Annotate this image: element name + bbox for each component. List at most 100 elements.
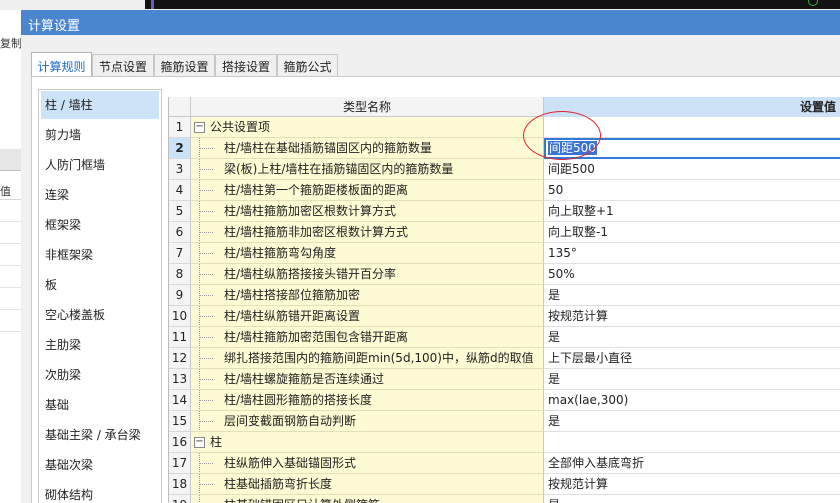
setting-name: 梁(板)上柱/墙柱在插筋锚固区内的箍筋数量 [224,162,454,176]
setting-value-cell[interactable]: 间距500 [544,159,840,180]
table-row[interactable]: 11 柱/墙柱箍筋加密范围包含错开距离 是 [169,327,840,348]
table-row[interactable]: 7 柱/墙柱箍筋弯勾角度 135° [169,243,840,264]
tree-branch [199,316,213,317]
group-label: 柱 [210,435,223,449]
setting-value-cell[interactable]: 按规范计算 [544,306,840,327]
setting-name: 柱/墙柱箍筋弯勾角度 [224,246,337,260]
nav-item[interactable]: 砌体结构 [39,480,161,503]
table-row[interactable]: 5 柱/墙柱箍筋加密区根数计算方式 向上取整+1 [169,201,840,222]
row-number: 14 [169,390,191,411]
row-number: 15 [169,411,191,432]
table-row[interactable]: 18 柱基础插筋弯折长度 按规范计算 [169,474,840,495]
tab-stirrup-settings[interactable]: 箍筋设置 [154,54,215,76]
tab-stirrup-formula[interactable]: 箍筋公式 [277,54,338,76]
setting-value-cell[interactable]: 上下层最小直径 [544,348,840,369]
table-row[interactable]: 6 柱/墙柱箍筋非加密区根数计算方式 向上取整-1 [169,222,840,243]
nav-item[interactable]: 非框架梁 [39,240,161,270]
table-row[interactable]: 13 柱/墙柱螺旋箍筋是否连续通过 是 [169,369,840,390]
tree-line [199,495,200,503]
table-row[interactable]: 10 柱/墙柱纵筋错开距离设置 按规范计算 [169,306,840,327]
type-name-cell: 柱/墙柱纵筋搭接接头错开百分率 [191,264,544,285]
type-name-cell: 柱/墙柱纵筋错开距离设置 [191,306,544,327]
tree-branch [199,190,213,191]
table-row[interactable]: 19 柱基础锚固区只计算外侧箍筋 是 [169,495,840,503]
nav-item[interactable]: 基础主梁 / 承台梁 [39,420,161,450]
type-name-cell: 柱/墙柱第一个箍筋距楼板面的距离 [191,180,544,201]
type-name-cell: 柱/墙柱螺旋箍筋是否连续通过 [191,369,544,390]
setting-value-cell[interactable]: 50% [544,264,840,285]
setting-value-cell[interactable]: max(lae,300) [544,390,840,411]
nav-item[interactable]: 柱 / 墙柱 [41,91,159,119]
setting-value-cell[interactable]: 按规范计算 [544,474,840,495]
nav-item[interactable]: 连梁 [39,180,161,210]
tree-branch [199,232,213,233]
nav-item[interactable]: 次肋梁 [39,360,161,390]
setting-value-cell[interactable]: 是 [544,327,840,348]
setting-value-cell[interactable]: 向上取整-1 [544,222,840,243]
tree-branch [199,211,213,212]
row-number: 7 [169,243,191,264]
nav-item[interactable]: 框架梁 [39,210,161,240]
collapse-icon[interactable]: − [194,437,205,448]
setting-value-cell[interactable]: 50 [544,180,840,201]
row-number: 6 [169,222,191,243]
nav-item[interactable]: 空心楼盖板 [39,300,161,330]
header-setting-value: 设置值 [544,97,840,117]
background-viewport [145,0,840,9]
table-row[interactable]: 9 柱/墙柱搭接部位箍筋加密 是 [169,285,840,306]
setting-value-cell[interactable]: 135° [544,243,840,264]
table-row[interactable]: 3 梁(板)上柱/墙柱在插筋锚固区内的箍筋数量 间距500 [169,159,840,180]
type-name-cell: − 柱 [191,432,544,453]
nav-item[interactable]: 剪力墙 [39,120,161,150]
setting-value-cell [544,432,840,453]
nav-item[interactable]: 板 [39,270,161,300]
row-number: 16 [169,432,191,453]
tree-branch [199,253,213,254]
type-name-cell: 柱纵筋伸入基础锚固形式 [191,453,544,474]
tab-lap-settings[interactable]: 搭接设置 [215,54,277,76]
row-number: 18 [169,474,191,495]
setting-value-cell[interactable]: 是 [544,285,840,306]
setting-value-cell[interactable]: 向上取整+1 [544,201,840,222]
table-row[interactable]: 2 柱/墙柱在基础插筋锚固区内的箍筋数量 间距500 [169,138,840,159]
type-name-cell: 梁(板)上柱/墙柱在插筋锚固区内的箍筋数量 [191,159,544,180]
selected-value-text[interactable]: 间距500 [548,141,597,155]
row-number: 19 [169,495,191,503]
table-row[interactable]: 12 绑扎搭接范围内的箍筋间距min(5d,100)中，纵筋d的取值 上下层最小直径 [169,348,840,369]
component-nav-list: 柱 / 墙柱 剪力墙 人防门框墙 连梁 框架梁 非框架梁板空心楼盖板 主肋梁 次肋梁 基础 基础主… [38,89,162,503]
setting-value-cell[interactable]: 间距500 [544,138,840,159]
row-number: 17 [169,453,191,474]
collapse-icon[interactable]: − [194,122,205,133]
type-name-cell: 柱/墙柱箍筋弯勾角度 [191,243,544,264]
dialog-title: 计算设置 [21,10,840,35]
row-number: 9 [169,285,191,306]
setting-name: 柱/墙柱箍筋加密范围包含错开距离 [224,330,409,344]
setting-name: 柱/墙柱搭接部位箍筋加密 [224,288,361,302]
setting-value-cell[interactable]: 是 [544,495,840,503]
setting-value-cell[interactable]: 全部伸入基底弯折 [544,453,840,474]
table-row[interactable]: 17 柱纵筋伸入基础锚固形式 全部伸入基底弯折 [169,453,840,474]
nav-item[interactable]: 主肋梁 [39,330,161,360]
table-row[interactable]: 15 层间变截面钢筋自动判断 是 [169,411,840,432]
nav-item[interactable]: 基础次梁 [39,450,161,480]
row-number: 10 [169,306,191,327]
setting-value-cell[interactable]: 是 [544,369,840,390]
setting-name: 柱/墙柱第一个箍筋距楼板面的距离 [224,183,409,197]
tree-branch [199,358,213,359]
tab-node-settings[interactable]: 节点设置 [92,54,154,76]
nav-item[interactable]: 人防门框墙 [39,150,161,180]
table-row[interactable]: 14 柱/墙柱圆形箍筋的搭接长度 max(lae,300) [169,390,840,411]
type-name-cell: 柱/墙柱箍筋加密区根数计算方式 [191,201,544,222]
type-name-cell: − 公共设置项 [191,117,544,138]
calc-settings-dialog: 计算设置 计算规则 节点设置 箍筋设置 搭接设置 箍筋公式 柱 / 墙柱 剪力墙人… [21,10,840,503]
group-row[interactable]: 1− 公共设置项 [169,117,840,138]
row-number: 8 [169,264,191,285]
table-row[interactable]: 8 柱/墙柱纵筋搭接接头错开百分率 50% [169,264,840,285]
tab-calc-rules[interactable]: 计算规则 [31,52,92,77]
nav-item[interactable]: 基础 [39,390,161,420]
setting-value-cell[interactable]: 是 [544,411,840,432]
tree-branch [199,337,213,338]
group-row[interactable]: 16− 柱 [169,432,840,453]
setting-name: 柱/墙柱螺旋箍筋是否连续通过 [224,372,385,386]
table-row[interactable]: 4 柱/墙柱第一个箍筋距楼板面的距离 50 [169,180,840,201]
